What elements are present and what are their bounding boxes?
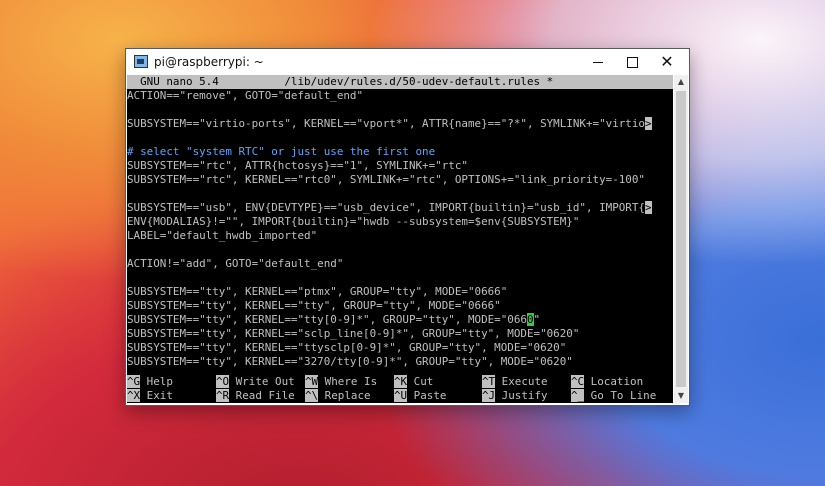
file-line[interactable]: ACTION!="add", GOTO="default_end" [127,257,343,271]
shortcut-label: Cut [407,375,434,388]
shortcut-key: ^W [305,375,319,388]
line-text: " [533,313,541,326]
shortcut-execute[interactable]: ^T Execute [482,375,548,389]
shortcut-label: Help [140,375,173,388]
file-line[interactable]: SUBSYSTEM=="rtc", KERNEL=="rtc0", SYMLIN… [127,173,645,187]
shortcut-key: ^G [127,375,141,388]
line-overflow-marker: > [644,117,652,130]
file-line[interactable]: SUBSYSTEM=="tty", KERNEL=="sclp_line[0-9… [127,327,579,341]
shortcut-key: ^O [216,375,230,388]
putty-app-icon[interactable] [134,55,148,68]
shortcut-help[interactable]: ^G Help [127,375,173,389]
minimize-icon[interactable] [583,49,613,75]
shortcut-key: ^U [394,389,408,402]
file-line[interactable]: ACTION=="remove", GOTO="default_end" [127,89,363,103]
file-line[interactable]: SUBSYSTEM=="tty", KERNEL=="3270/tty[0-9]… [127,355,573,369]
title-bar[interactable]: pi@raspberrypi: ~ ✕ [126,49,689,75]
maximize-icon[interactable] [617,49,647,75]
shortcut-key: ^K [394,375,408,388]
shortcut-label: Paste [407,389,447,402]
shortcut-label: Read File [229,389,295,402]
shortcut-read-file[interactable]: ^R Read File [216,389,295,403]
shortcut-where-is[interactable]: ^W Where Is [305,375,377,389]
scrollbar-thumb[interactable] [676,91,686,387]
file-line[interactable]: ENV{MODALIAS}!="", IMPORT{builtin}="hwdb… [127,215,579,229]
window-title: pi@raspberrypi: ~ [154,55,264,69]
file-line[interactable]: SUBSYSTEM=="tty", KERNEL=="ptmx", GROUP=… [127,285,507,299]
shortcut-label: Where Is [318,375,378,388]
shortcut-label: Exit [140,389,173,402]
file-line[interactable]: SUBSYSTEM=="tty", KERNEL=="tty", GROUP="… [127,299,501,313]
nano-editor[interactable]: GNU nano 5.4 /lib/udev/rules.d/50-udev-d… [127,75,673,403]
file-line[interactable]: SUBSYSTEM=="virtio-ports", KERNEL=="vpor… [127,117,652,131]
shortcut-key: ^\ [305,389,319,402]
shortcut-cut[interactable]: ^K Cut [394,375,433,389]
shortcut-key: ^R [216,389,230,402]
line-text: SUBSYSTEM=="usb", ENV{DEVTYPE}=="usb_dev… [127,201,645,214]
file-line[interactable]: LABEL="default_hwdb_imported" [127,229,317,243]
shortcut-key: ^J [482,389,496,402]
shortcut-label: Replace [318,389,371,402]
shortcut-location[interactable]: ^C Location [571,375,643,389]
shortcut-paste[interactable]: ^U Paste [394,389,446,403]
line-text: SUBSYSTEM=="virtio-ports", KERNEL=="vpor… [127,117,645,130]
shortcut-go-to-line[interactable]: ^_ Go To Line [571,389,656,403]
scroll-down-icon[interactable]: ▼ [674,389,688,403]
file-line[interactable]: SUBSYSTEM=="rtc", ATTR{hctosys}=="1", SY… [127,159,468,173]
nano-header: GNU nano 5.4 /lib/udev/rules.d/50-udev-d… [127,75,673,89]
close-icon[interactable]: ✕ [652,49,682,75]
scroll-up-icon[interactable]: ▲ [674,75,688,89]
shortcut-label: Go To Line [584,389,657,402]
shortcut-key: ^T [482,375,496,388]
shortcut-key: ^C [571,375,585,388]
desktop: { "window": { "title": "pi@raspberrypi: … [0,0,825,486]
line-text: SUBSYSTEM=="tty", KERNEL=="tty[0-9]*", G… [127,313,527,326]
terminal-window: pi@raspberrypi: ~ ✕ GNU nano 5.4 /lib/ud… [125,48,690,406]
vertical-scrollbar[interactable]: ▲ ▼ [674,75,688,403]
comment-line[interactable]: # select "system RTC" or just use the fi… [127,145,435,159]
shortcut-justify[interactable]: ^J Justify [482,389,548,403]
shortcut-write-out[interactable]: ^O Write Out [216,375,295,389]
file-line[interactable]: SUBSYSTEM=="tty", KERNEL=="tty[0-9]*", G… [127,313,540,327]
shortcut-label: Justify [495,389,548,402]
file-line[interactable]: SUBSYSTEM=="usb", ENV{DEVTYPE}=="usb_dev… [127,201,652,215]
line-overflow-marker: > [644,201,652,214]
shortcut-label: Location [584,375,644,388]
file-line[interactable]: SUBSYSTEM=="tty", KERNEL=="ttysclp[0-9]*… [127,341,566,355]
shortcut-replace[interactable]: ^\ Replace [305,389,371,403]
shortcut-exit[interactable]: ^X Exit [127,389,173,403]
shortcut-label: Write Out [229,375,295,388]
shortcut-label: Execute [495,375,548,388]
shortcut-key: ^_ [571,389,585,402]
shortcut-key: ^X [127,389,141,402]
